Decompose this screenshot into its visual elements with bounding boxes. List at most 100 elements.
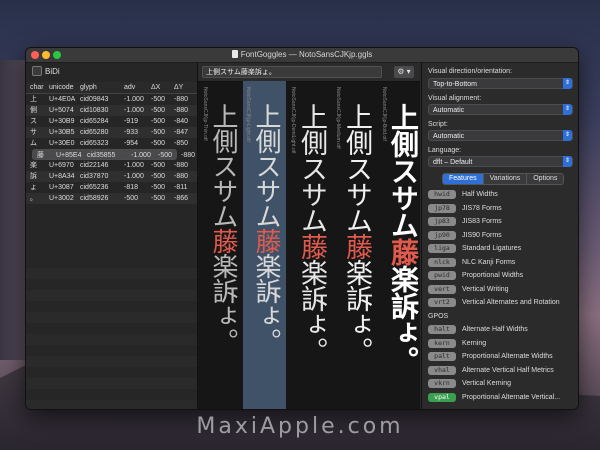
table-cell: -500 — [151, 195, 166, 202]
table-row[interactable]: ス U+30B9 cid65284 -919 -500 -840 — [26, 116, 197, 127]
table-cell: -500 — [151, 96, 166, 103]
gear-icon[interactable]: ⚙ ▾ — [394, 66, 414, 78]
tab-variations[interactable]: Variations — [483, 174, 528, 184]
feature-row-jp78[interactable]: jp78 JIS78 Forms — [428, 203, 578, 215]
window-title: FontGoggles — NotoSansCJKjp.ggls — [26, 49, 578, 61]
table-cell: -500 — [151, 129, 166, 136]
table-cell: cid58926 — [80, 195, 109, 202]
alignment-select[interactable]: Automatic ⇕ — [428, 104, 573, 115]
table-cell: ス — [30, 118, 37, 125]
column-header-3[interactable]: adv — [124, 82, 135, 93]
language-select[interactable]: dflt – Default ⇕ — [428, 156, 573, 167]
column-header-1[interactable]: unicode — [49, 82, 74, 93]
direction-value: Top-to-Bottom — [433, 81, 477, 88]
feature-row-vpal[interactable]: vpal Proportional Alternate Vertical... — [428, 392, 578, 404]
feature-description: Alternate Half Widths — [462, 326, 528, 333]
feature-tag-button[interactable]: nlck — [428, 257, 456, 267]
feature-row-jp90[interactable]: jp90 JIS90 Forms — [428, 230, 578, 242]
column-header-0[interactable]: char — [30, 82, 44, 93]
table-cell: 側 — [30, 107, 37, 114]
feature-tag-button[interactable]: vpal — [428, 392, 456, 402]
table-cell: cid65280 — [80, 129, 109, 136]
highlighted-glyph: 藤 — [387, 238, 420, 265]
table-cell: -850 — [174, 140, 189, 147]
table-cell: -919 — [124, 118, 139, 125]
table-row[interactable]: 側 U+5074 cid10830 -1.000 -500 -880 — [26, 105, 197, 116]
feature-tag-button[interactable]: jp78 — [428, 203, 456, 213]
feature-tag-button[interactable]: liga — [428, 244, 456, 253]
table-row[interactable]: サ U+30B5 cid65280 -933 -500 -847 — [26, 127, 197, 138]
bidi-checkbox[interactable]: BiDi — [32, 66, 60, 78]
feature-tag-button[interactable]: kern — [428, 338, 456, 348]
feature-row-pwid[interactable]: pwid Proportional Widths — [428, 271, 578, 282]
vertical-sample-text: 上側スサム藤楽訴ょ。 — [296, 103, 327, 363]
table-row[interactable]: 藤 U+85E4 cid35855 -1.000 -500 -880 — [32, 149, 195, 160]
table-cell: -880 — [174, 107, 189, 114]
feature-row-hwid[interactable]: hwid Half Widths — [428, 190, 578, 201]
table-cell: 。 — [30, 195, 37, 202]
feature-row-kern[interactable]: kern Kerning — [428, 338, 578, 350]
table-cell: U+30B9 — [49, 118, 75, 125]
table-cell: U+3087 — [49, 184, 74, 191]
table-cell: -500 — [151, 173, 166, 180]
feature-tag-button[interactable]: vhal — [428, 365, 456, 375]
feature-row-jp83[interactable]: jp83 JIS83 Forms — [428, 217, 578, 228]
feature-tag-button[interactable]: jp90 — [428, 230, 456, 240]
font-preview-column[interactable]: NotoSansCJKjp-Bold.otf 上側スサム藤楽訴ょ。 — [379, 81, 422, 409]
font-preview-column[interactable]: NotoSansCJKjp-DemiLight.otf 上側スサム藤楽訴ょ。 — [288, 81, 331, 409]
highlighted-glyph: 藤 — [251, 228, 281, 253]
table-row[interactable]: ょ U+3087 cid65236 -818 -500 -811 — [26, 182, 197, 193]
table-cell: U+5074 — [49, 107, 74, 114]
table-empty-area — [26, 257, 197, 409]
feature-tag-button[interactable]: jp83 — [428, 217, 456, 226]
column-header-5[interactable]: ΔY — [174, 82, 183, 93]
table-cell: U+30E0 — [49, 140, 75, 147]
feature-row-vrt2[interactable]: vrt2 Vertical Alternates and Rotation — [428, 298, 578, 309]
table-row[interactable]: 訴 U+8A34 cid37870 -1.000 -500 -880 — [26, 171, 197, 182]
feature-row-vert[interactable]: vert Vertical Writing — [428, 284, 578, 296]
feature-tag-button[interactable]: palt — [428, 352, 456, 361]
feature-row-vkrn[interactable]: vkrn Vertical Kerning — [428, 379, 578, 390]
table-row[interactable]: 。 U+3002 cid58926 -500 -500 -866 — [26, 193, 197, 204]
table-cell: サ — [30, 129, 37, 136]
table-row[interactable]: 楽 U+6970 cid22146 -1.000 -500 -880 — [26, 160, 197, 171]
feature-tag-button[interactable]: pwid — [428, 271, 456, 280]
feature-tag-button[interactable]: vrt2 — [428, 298, 456, 307]
script-value: Automatic — [433, 133, 465, 140]
feature-tag-button[interactable]: halt — [428, 325, 456, 334]
column-header-2[interactable]: glyph — [80, 82, 97, 93]
table-cell: -866 — [174, 195, 189, 202]
document-icon — [231, 50, 238, 58]
highlighted-glyph: 藤 — [208, 228, 238, 253]
title-bar[interactable]: FontGoggles — NotoSansCJKjp.ggls — [26, 48, 578, 63]
font-preview-column[interactable]: NotoSansCJKjp-Thin.otf 上側スサム藤楽訴ょ。 — [200, 81, 243, 409]
tab-features[interactable]: Features — [443, 174, 484, 184]
table-cell: -840 — [174, 118, 189, 125]
text-segment: 上側スサム — [251, 103, 281, 228]
table-cell: U+8A34 — [49, 173, 75, 180]
table-row[interactable]: ム U+30E0 cid65323 -954 -500 -850 — [26, 138, 197, 149]
table-row[interactable]: 上 U+4E0A cid09843 -1.000 -500 -880 — [26, 94, 197, 105]
font-preview-column[interactable]: NotoSansCJKjp-Medium.otf 上側スサム藤楽訴ょ。 — [333, 81, 376, 409]
tab-options[interactable]: Options — [527, 174, 564, 184]
feature-row-palt[interactable]: palt Proportional Alternate Widths — [428, 352, 578, 363]
table-cell: -1.000 — [124, 96, 144, 103]
feature-tag-button[interactable]: vkrn — [428, 379, 456, 388]
feature-row-liga[interactable]: liga Standard Ligatures — [428, 244, 578, 255]
direction-select[interactable]: Top-to-Bottom ⇕ — [428, 78, 573, 89]
feature-tag-button[interactable]: vert — [428, 284, 456, 294]
feature-description: NLC Kanji Forms — [462, 258, 516, 266]
feature-row-nlck[interactable]: nlck NLC Kanji Forms — [428, 257, 578, 269]
feature-tag-button[interactable]: hwid — [428, 190, 456, 199]
font-preview-column[interactable]: NotoSansCJKjp-Light.otf 上側スサム藤楽訴ょ。 — [243, 81, 286, 409]
table-cell: cid22146 — [80, 162, 109, 169]
script-select[interactable]: Automatic ⇕ — [428, 130, 573, 141]
feature-row-vhal[interactable]: vhal Alternate Vertical Half Metrics — [428, 365, 578, 377]
table-cell: -933 — [124, 129, 139, 136]
feature-row-halt[interactable]: halt Alternate Half Widths — [428, 325, 578, 336]
feature-description: Kerning — [462, 339, 487, 347]
checkbox-icon[interactable] — [32, 66, 42, 76]
sample-text-input[interactable]: 上側スサム藤楽訴ょ。 — [202, 66, 382, 78]
column-header-4[interactable]: ΔX — [151, 82, 160, 93]
table-cell: -954 — [124, 140, 139, 147]
